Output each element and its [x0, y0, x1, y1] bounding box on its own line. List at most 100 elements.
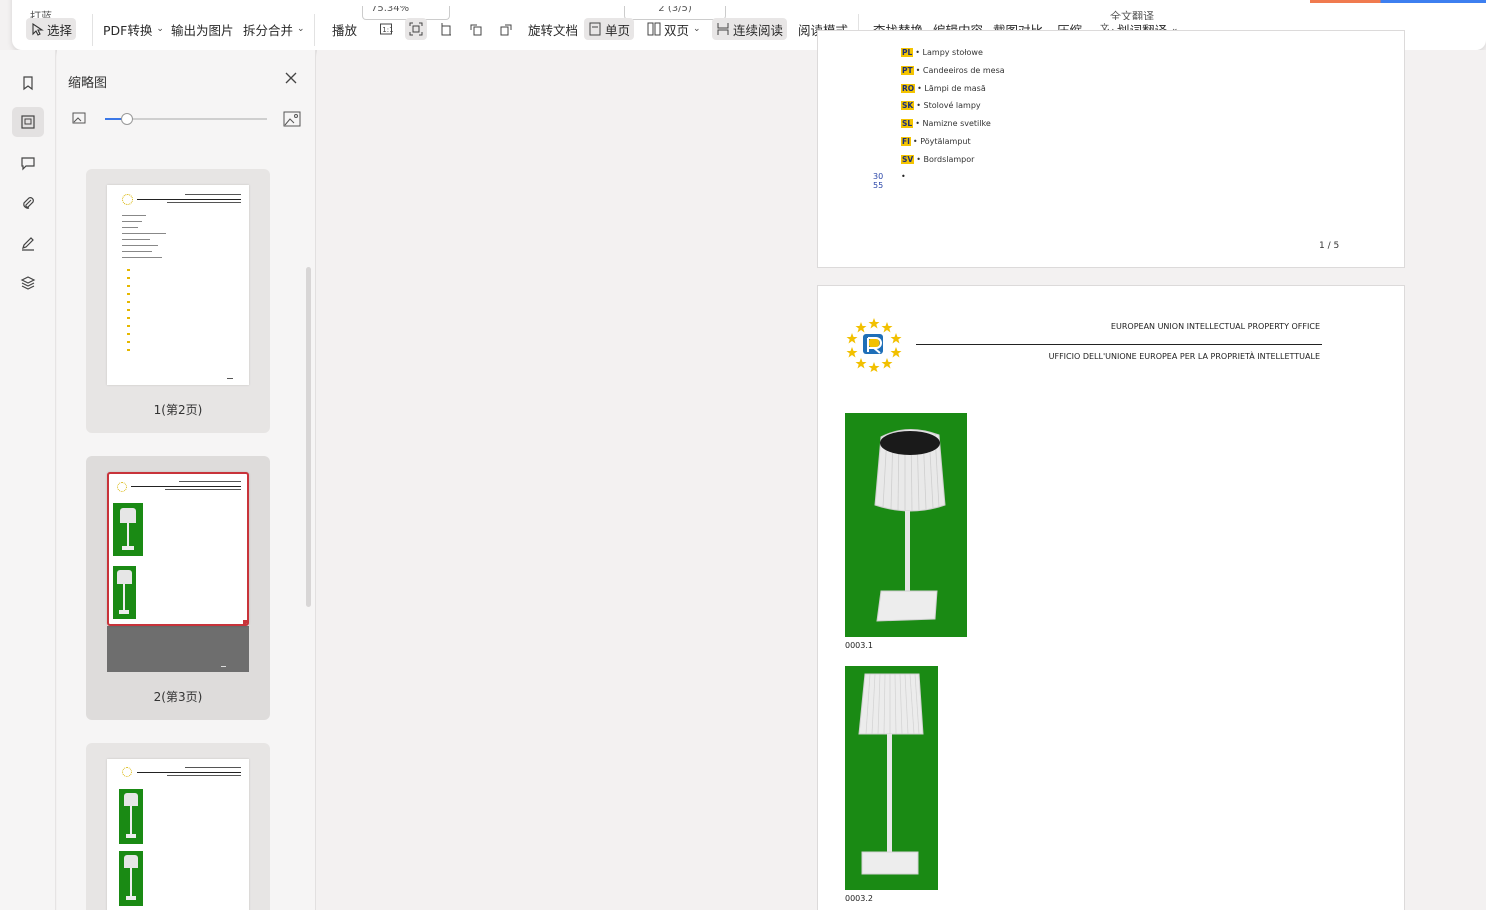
bookmark-button[interactable]: [12, 68, 44, 98]
large-thumbnail-icon[interactable]: [283, 110, 301, 128]
classification-code: 30: [873, 172, 884, 181]
thumbnail-card-selected[interactable]: 2(第3页): [86, 456, 270, 720]
single-page-label: 单页: [605, 22, 631, 38]
header-rule: [916, 344, 1322, 345]
signature-button[interactable]: [12, 228, 44, 258]
single-page-icon: [589, 22, 601, 36]
play-button[interactable]: 播放: [328, 18, 361, 40]
fit-page-icon: [409, 22, 423, 36]
language-row: RO • Lămpi de masă: [901, 83, 986, 94]
actual-size-button[interactable]: 1:1: [375, 18, 397, 40]
euipo-logo-mini: [122, 194, 133, 205]
language-separator: •: [916, 101, 921, 110]
language-code: SV: [901, 155, 915, 164]
language-row: SK • Stolové lampy: [901, 100, 981, 111]
close-icon[interactable]: [283, 70, 299, 86]
toolbar-divider: [92, 14, 93, 46]
table-lamp-picture: [858, 673, 924, 875]
thumb-lamp-image-1: [113, 503, 143, 556]
fit-page-button[interactable]: [405, 18, 427, 40]
selection-handle: [243, 620, 247, 624]
language-separator: •: [917, 84, 922, 93]
table-lamp-picture: [874, 429, 946, 622]
thumb-line: [185, 767, 241, 768]
lamp-stem: [130, 868, 132, 896]
lamp-shade: [124, 855, 138, 868]
euipo-logo-mini: [117, 482, 127, 492]
language-code: PL: [901, 48, 914, 57]
rotate-left-button[interactable]: [465, 18, 487, 40]
double-page-button[interactable]: 双页 ⌄: [643, 18, 705, 40]
document-page-current: EUROPEAN UNION INTELLECTUAL PROPERTY OFF…: [817, 285, 1405, 910]
thumbnail-card[interactable]: [86, 743, 270, 910]
euipo-logo-mini: [122, 767, 132, 777]
thumb-dot: [127, 341, 130, 343]
panel-scrollbar[interactable]: [306, 267, 311, 607]
language-row: PT • Candeeiros de mesa: [901, 65, 1005, 76]
attachment-button[interactable]: [12, 188, 44, 218]
split-merge-button[interactable]: 拆分合并 ⌄: [239, 18, 309, 40]
rotate-label: 旋转文档: [528, 22, 579, 38]
language-code: RO: [901, 84, 916, 93]
comment-button[interactable]: [12, 148, 44, 178]
thumb-line: [167, 202, 241, 203]
select-tool-button[interactable]: 选择: [26, 18, 77, 40]
thumbnail-card[interactable]: 1(第2页): [86, 169, 270, 433]
bookmark-icon: [23, 76, 33, 91]
left-rail: [0, 50, 56, 910]
image-2-label: 0003.2: [845, 894, 873, 903]
thumbnail-label: 1(第2页): [153, 403, 203, 417]
split-merge-label: 拆分合并: [243, 22, 294, 38]
language-code: SK: [901, 101, 915, 110]
document-viewport[interactable]: PL • Lampy stołowe PT • Candeeiros de mesa…: [317, 30, 1486, 910]
pdf-convert-button[interactable]: PDF转换 ⌄: [99, 18, 168, 40]
lamp-stem: [130, 806, 132, 834]
thumb-dot: [127, 349, 130, 351]
thumb-line: [137, 199, 241, 200]
export-image-button[interactable]: 输出为图片: [167, 18, 238, 40]
thumb-dot: [127, 285, 130, 287]
euipo-logo: [846, 318, 902, 372]
fit-width-button[interactable]: [435, 18, 457, 40]
rotate-document-button[interactable]: 旋转文档: [524, 18, 582, 40]
actual-size-icon: 1:1: [380, 23, 393, 35]
small-thumbnail-icon[interactable]: [72, 111, 86, 125]
language-row: PL • Lampy stołowe: [901, 47, 983, 58]
thumb-line: [122, 233, 166, 234]
image-1-label: 0003.1: [845, 641, 873, 650]
lamp-base: [126, 896, 136, 900]
thumbnail-size-slider-handle[interactable]: [121, 113, 133, 125]
layers-button[interactable]: [12, 268, 44, 298]
thumb-line: [122, 245, 158, 246]
double-page-icon: [647, 22, 661, 36]
document-page-previous: PL • Lampy stołowe PT • Candeeiros de mesa…: [817, 30, 1405, 268]
pdf-convert-label: PDF转换: [103, 22, 153, 38]
thumb-lamp-image-4: [119, 851, 143, 906]
language-code: FI: [901, 137, 911, 146]
thumb-dot: [127, 277, 130, 279]
export-image-label: 输出为图片: [171, 22, 234, 38]
thumb-line: [165, 489, 241, 490]
thumbnail-button[interactable]: [12, 107, 44, 137]
language-term: Bordslampor: [923, 155, 975, 164]
paperclip-icon: [23, 197, 34, 209]
lamp-image-1: [845, 413, 967, 637]
brand-strip: [1310, 0, 1486, 3]
rotate-right-button[interactable]: [495, 18, 517, 40]
select-label: 选择: [47, 22, 73, 38]
thumb-line: [122, 215, 146, 216]
double-page-label: 双页: [664, 22, 690, 38]
bullet: •: [901, 172, 906, 181]
lamp-shade: [120, 508, 136, 523]
thumb-dot: [127, 325, 130, 327]
thumb-line: [179, 481, 241, 482]
chevron-down-icon: ⌄: [156, 24, 164, 34]
thumb-line: [122, 227, 138, 228]
lamp-shade: [124, 793, 138, 806]
panel-title: 缩略图: [68, 76, 108, 91]
classification-code: 55: [873, 181, 884, 190]
lamp-base: [126, 834, 136, 838]
thumb-dot: [127, 309, 130, 311]
continuous-reading-button[interactable]: 连续阅读: [712, 18, 788, 40]
single-page-button[interactable]: 单页: [584, 18, 635, 40]
